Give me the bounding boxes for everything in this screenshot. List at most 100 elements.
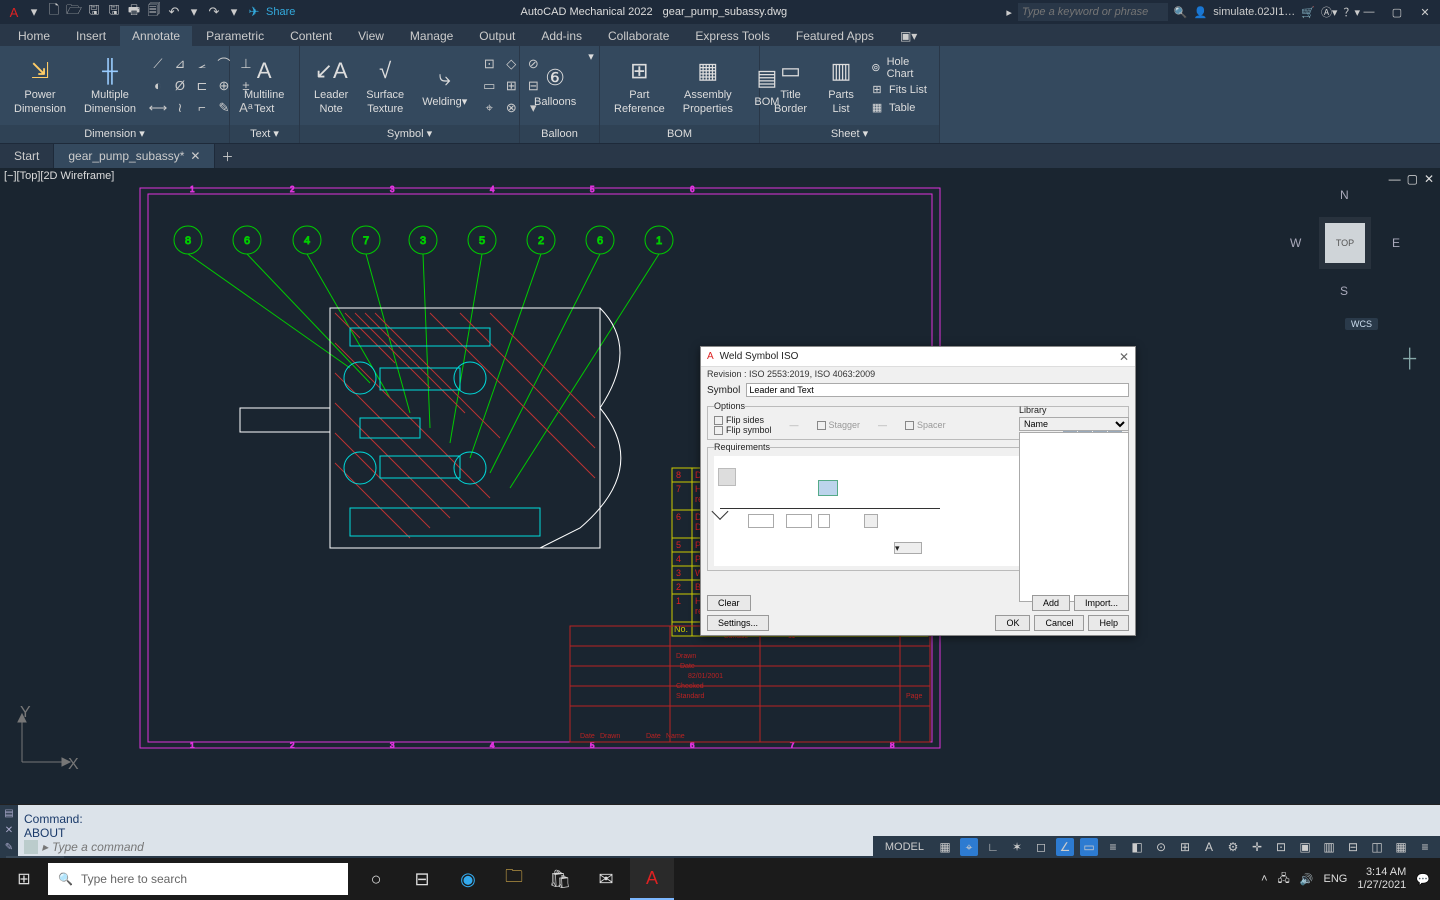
parts-list-button[interactable]: ▥Parts List [819, 51, 863, 119]
dim-rad-icon[interactable]: ◐ [148, 76, 168, 96]
qat-save2-icon[interactable]: 🖫 [86, 4, 102, 20]
qat-redo-icon[interactable]: ↷ [206, 4, 222, 20]
dialog-titlebar[interactable]: A Weld Symbol ISO ✕ [701, 347, 1135, 367]
weld-field-1[interactable] [748, 514, 774, 528]
tray-chevron-icon[interactable]: ˄ [1261, 873, 1267, 885]
app-logo-icon[interactable]: A [6, 4, 22, 20]
help-button[interactable]: Help [1088, 615, 1129, 631]
grid-toggle[interactable]: ▦ [936, 838, 954, 856]
clean-toggle[interactable]: ▦ [1392, 838, 1410, 856]
settings-button[interactable]: Settings... [707, 615, 769, 631]
lwt-toggle[interactable]: ≡ [1104, 838, 1122, 856]
close-button[interactable]: ✕ [1416, 6, 1434, 19]
store-icon[interactable]: 🛍 [538, 858, 582, 900]
qat-saveas-icon[interactable]: 🖫 [106, 4, 122, 20]
cmd-history-icon[interactable]: ▤ [4, 808, 13, 819]
ok-button[interactable]: OK [995, 615, 1030, 631]
sym-e-icon[interactable]: ⊞ [501, 76, 521, 96]
spacer-checkbox[interactable]: Spacer [905, 420, 946, 430]
tab-home[interactable]: Home [6, 26, 62, 46]
vp-max-icon[interactable]: ▢ [1407, 172, 1418, 186]
tab-collaborate[interactable]: Collaborate [596, 26, 681, 46]
dim-ang-icon[interactable]: ⦟ [192, 54, 212, 74]
panel-text-label[interactable]: Text ▾ [230, 125, 299, 143]
plus-toggle[interactable]: ✛ [1248, 838, 1266, 856]
tray-notifications-icon[interactable]: 💬 [1416, 873, 1430, 886]
qat-plot-icon[interactable]: 🗐 [146, 4, 162, 20]
library-select[interactable]: Name [1019, 417, 1129, 431]
panel-dimension-label[interactable]: Dimension ▾ [0, 125, 229, 143]
start-button[interactable]: ⊞ [0, 858, 48, 900]
sym-h-icon[interactable]: ⊗ [501, 98, 521, 118]
weld-field-2[interactable] [786, 514, 812, 528]
minimize-button[interactable]: — [1360, 6, 1378, 18]
sym-g-icon[interactable]: ⌖ [479, 98, 499, 118]
snap-toggle[interactable]: ⌖ [960, 838, 978, 856]
panel-balloon-label[interactable]: Balloon [520, 125, 599, 143]
clear-button[interactable]: Clear [707, 595, 751, 611]
maximize-button[interactable]: ▢ [1388, 6, 1406, 19]
stagger-checkbox[interactable]: Stagger [817, 420, 861, 430]
panel-bom-label[interactable]: BOM [600, 125, 759, 143]
otrack-toggle[interactable]: ∠ [1056, 838, 1074, 856]
osnap-toggle[interactable]: ◻ [1032, 838, 1050, 856]
fits-list-button[interactable]: ⊞Fits List [869, 82, 931, 98]
doctab-new-button[interactable]: ＋ [215, 148, 239, 165]
weld-field-4[interactable] [864, 514, 878, 528]
panel-sheet-label[interactable]: Sheet ▾ [760, 125, 939, 143]
tab-express[interactable]: Express Tools [683, 26, 781, 46]
qat-open-icon[interactable]: 🗁 [66, 4, 82, 20]
balloon-drop-icon[interactable]: ▾ [588, 50, 594, 63]
user-menu[interactable]: simulate.02JI1… [1213, 6, 1295, 18]
cart-icon[interactable]: 🛒 [1301, 6, 1315, 19]
flip-symbol-checkbox[interactable]: Flip symbol [714, 425, 772, 435]
weld-type-selected[interactable] [818, 480, 838, 496]
drawing-canvas[interactable]: [−][Top][2D Wireframe] — ▢ ✕ N S W E TOP… [0, 168, 1440, 804]
qat-print-icon[interactable]: 🖶 [126, 4, 142, 20]
tab-manage[interactable]: Manage [398, 26, 465, 46]
app-store-icon[interactable]: Ⓐ▾ [1321, 4, 1338, 20]
welding-button[interactable]: ⤷Welding▾ [416, 58, 473, 113]
qat-save-icon[interactable]: ▾ [26, 4, 42, 20]
share-label[interactable]: Share [266, 6, 295, 18]
weld-tail-dropdown[interactable]: ▾ [894, 542, 922, 554]
doctab-start[interactable]: Start [0, 144, 54, 168]
dim-brk-icon[interactable]: ≀ [170, 98, 190, 118]
dim-lin-icon[interactable]: ⟋ [148, 54, 168, 74]
search-icon[interactable]: 🔍 [1174, 6, 1188, 19]
mail-icon[interactable]: ✉ [584, 858, 628, 900]
viewport-controls[interactable]: [−][Top][2D Wireframe] [4, 170, 114, 182]
symbol-input[interactable] [746, 383, 1129, 397]
cyc-toggle[interactable]: ⊙ [1152, 838, 1170, 856]
qp-toggle[interactable]: ◫ [1368, 838, 1386, 856]
doctab-close-icon[interactable]: ✕ [190, 149, 200, 163]
tab-addins[interactable]: Add-ins [529, 26, 594, 46]
part-reference-button[interactable]: ⊞Part Reference [608, 51, 671, 119]
tab-insert[interactable]: Insert [64, 26, 118, 46]
viewcube[interactable]: N S W E TOP [1290, 188, 1400, 298]
dim-dia-icon[interactable]: Ø [170, 76, 190, 96]
weld-field-3[interactable] [818, 514, 830, 528]
edge-icon[interactable]: ◉ [446, 858, 490, 900]
cmd-config-icon[interactable]: ✎ [5, 842, 13, 853]
cortana-icon[interactable]: ○ [354, 858, 398, 900]
search-input[interactable] [1018, 3, 1168, 21]
panel-symbol-label[interactable]: Symbol ▾ [300, 125, 519, 143]
sym-a-icon[interactable]: ⊡ [479, 54, 499, 74]
autocad-taskbar-icon[interactable]: A [630, 858, 674, 900]
add-button[interactable]: Add [1032, 595, 1070, 611]
power-dimension-button[interactable]: ⇲Power Dimension [8, 51, 72, 119]
dim-bas-icon[interactable]: ⊏ [192, 76, 212, 96]
ortho-toggle[interactable]: ∟ [984, 838, 1002, 856]
ribbon-overflow-icon[interactable]: ▣▾ [888, 26, 929, 46]
tray-sound-icon[interactable]: 🔊 [1300, 873, 1314, 886]
ws-toggle[interactable]: ▣ [1296, 838, 1314, 856]
mon-toggle[interactable]: ▥ [1320, 838, 1338, 856]
import-button[interactable]: Import... [1074, 595, 1129, 611]
trans-toggle[interactable]: ◧ [1128, 838, 1146, 856]
multiple-dimension-button[interactable]: ╫Multiple Dimension [78, 51, 142, 119]
leader-note-button[interactable]: ↙ALeader Note [308, 51, 354, 119]
viewcube-face[interactable]: TOP [1325, 223, 1365, 263]
dim-ali-icon[interactable]: ⊿ [170, 54, 190, 74]
qat-undo-drop-icon[interactable]: ▾ [186, 4, 202, 20]
